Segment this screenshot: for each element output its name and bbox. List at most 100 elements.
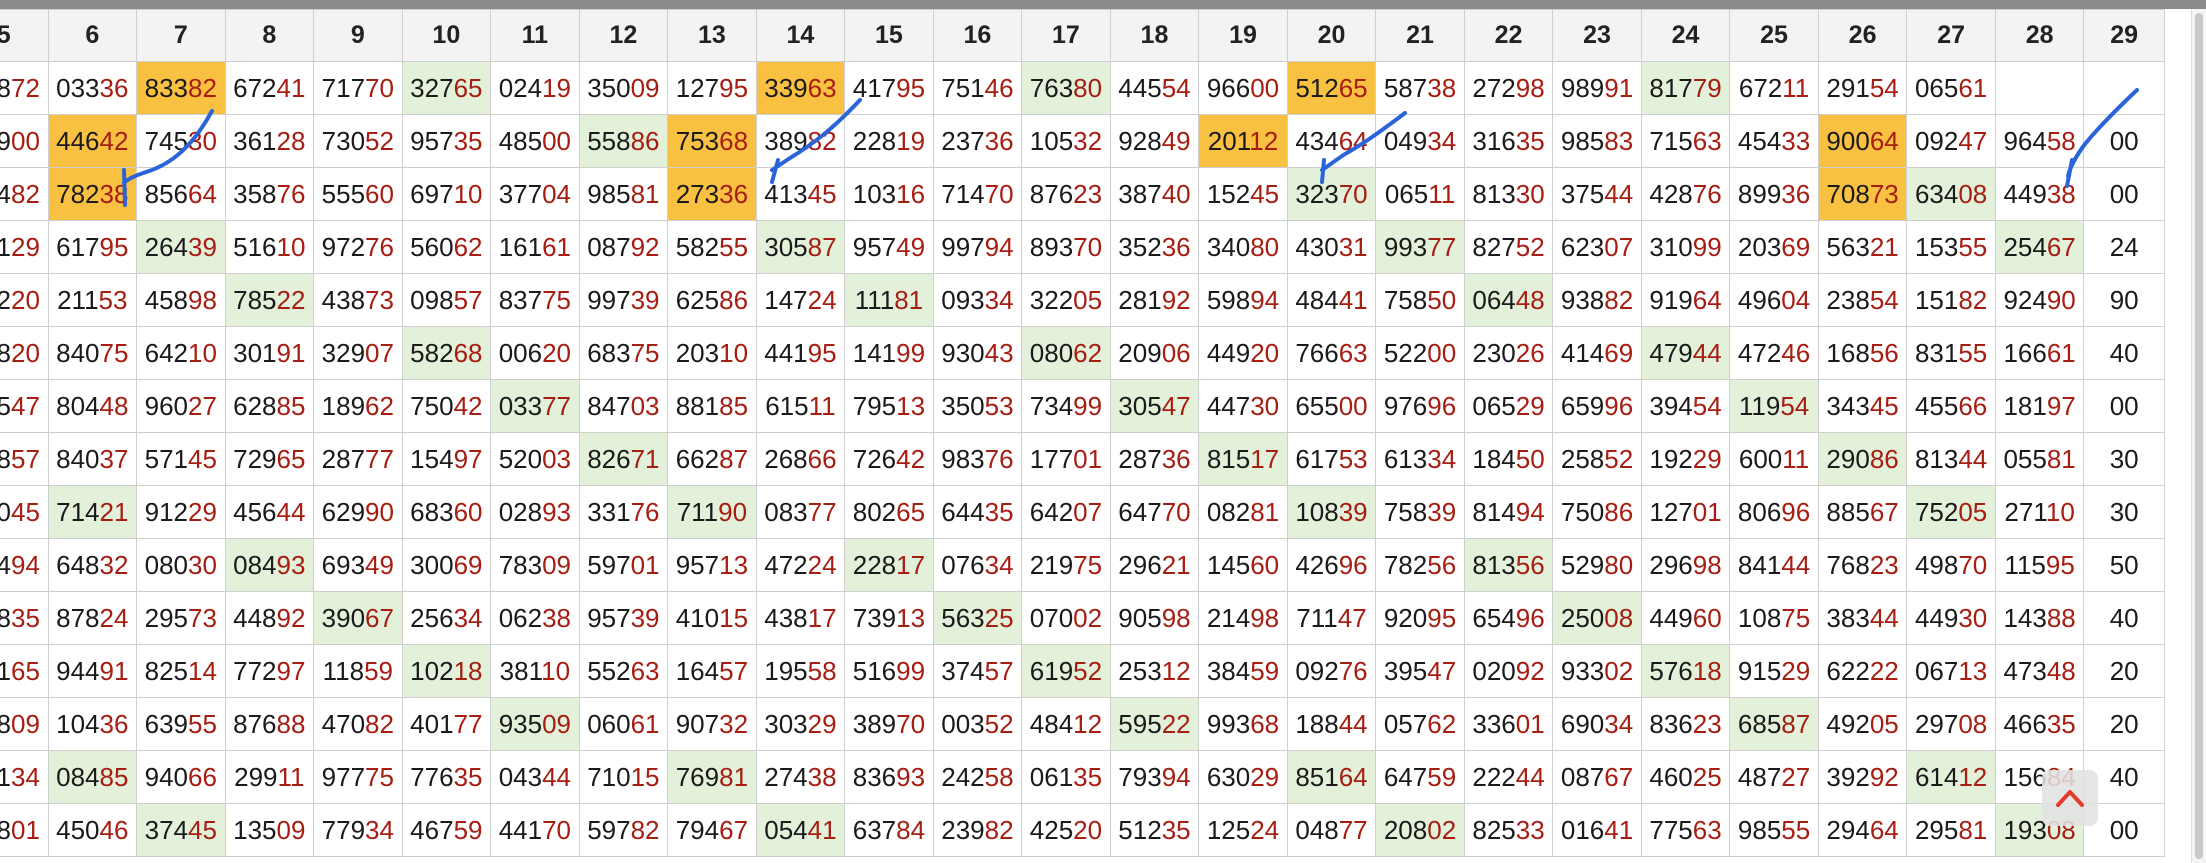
number-cell: 73499 bbox=[1021, 379, 1111, 433]
number-cell: 75086 bbox=[1552, 485, 1642, 539]
number-grid[interactable]: 5678910111213141516171819202122232425262… bbox=[0, 9, 2206, 863]
cell-value: 37445 bbox=[144, 814, 217, 845]
number-cell: 62990 bbox=[313, 485, 403, 539]
column-header: 8 bbox=[224, 9, 315, 62]
cell-value: 43873 bbox=[321, 284, 394, 315]
cell-value: 37457 bbox=[941, 655, 1014, 686]
number-cell: 20310 bbox=[667, 326, 757, 380]
cell-value: 71470 bbox=[941, 178, 1014, 209]
cell-value: 45433 bbox=[1737, 125, 1811, 156]
cell-value: 41795 bbox=[852, 72, 926, 103]
column-header: 27 bbox=[1906, 9, 1996, 62]
cell-value: 11181 bbox=[854, 284, 924, 315]
number-cell: 43464 bbox=[1286, 114, 1377, 168]
cell-value: 76380 bbox=[1029, 72, 1103, 103]
cell-value: 39454 bbox=[1649, 390, 1722, 421]
number-cell: 29573 bbox=[136, 591, 226, 645]
number-cell: 63408 bbox=[1906, 167, 1996, 221]
back-to-top-button[interactable] bbox=[2042, 770, 2098, 826]
cell-value: 39067 bbox=[321, 602, 394, 633]
cell-value: 63029 bbox=[1206, 761, 1280, 792]
cell-value: 18197 bbox=[2003, 390, 2076, 421]
cell-value: 20369 bbox=[1737, 231, 1811, 262]
table-row: 00820 84075 64210 30191 32907 58268 00620 68375… bbox=[0, 326, 2165, 380]
table-row: 00165 94491 82514 77297 11859 10218 38110 55263… bbox=[0, 644, 2165, 698]
table-row: 00801 45046 37445 13509 77934 46759 44170 59782… bbox=[0, 803, 2165, 857]
cell-value: 75839 bbox=[1383, 496, 1457, 527]
number-cell: 75146 bbox=[932, 61, 1023, 115]
number-cell: 35876 bbox=[224, 167, 315, 221]
cell-value: 40 bbox=[2109, 761, 2139, 792]
cell-value: 24258 bbox=[941, 761, 1014, 792]
number-cell: 37544 bbox=[1552, 167, 1642, 221]
cell-value: 66287 bbox=[675, 443, 749, 474]
number-cell: 37457 bbox=[932, 644, 1023, 698]
cell-value: 00 bbox=[2109, 390, 2139, 421]
cell-value: 90 bbox=[2109, 284, 2139, 315]
number-cell: 15355 bbox=[1906, 220, 1996, 274]
column-header: 13 bbox=[667, 9, 757, 62]
number-cell: 10316 bbox=[844, 167, 934, 221]
cell-value: 45898 bbox=[144, 284, 217, 315]
number-cell: 16457 bbox=[667, 644, 757, 698]
number-cell: 44892 bbox=[224, 591, 315, 645]
vertical-scrollbar[interactable] bbox=[2191, 9, 2206, 863]
cell-value: 65500 bbox=[1295, 390, 1368, 421]
cell-value: 97696 bbox=[1383, 390, 1457, 421]
cell-value: 62307 bbox=[1560, 231, 1634, 262]
number-cell: 44730 bbox=[1198, 379, 1288, 433]
number-cell: 28192 bbox=[1109, 273, 1200, 327]
number-cell: 64435 bbox=[932, 485, 1023, 539]
number-cell: 70873 bbox=[1817, 167, 1908, 221]
number-cell: 51699 bbox=[844, 644, 934, 698]
cell-value: 08062 bbox=[1029, 337, 1103, 368]
table-row: 00872 03336 83382 67241 71770 32765 02419 35009… bbox=[0, 61, 2165, 115]
number-cell: 10875 bbox=[1729, 591, 1819, 645]
number-cell: 90598 bbox=[1109, 591, 1200, 645]
number-cell: 08030 bbox=[136, 538, 226, 592]
column-header: 5 bbox=[0, 9, 49, 62]
number-cell: 29086 bbox=[1817, 432, 1908, 486]
column-header: 24 bbox=[1640, 9, 1731, 62]
number-cell: 79467 bbox=[667, 803, 757, 857]
number-cell: 71190 bbox=[667, 485, 757, 539]
number-cell: 65496 bbox=[1463, 591, 1554, 645]
column-header: 11 bbox=[490, 9, 580, 62]
cell-value: 33601 bbox=[1472, 708, 1545, 739]
cell-value: 77297 bbox=[233, 655, 306, 686]
cell-value: 81517 bbox=[1206, 443, 1280, 474]
cell-value: 51699 bbox=[852, 655, 926, 686]
number-cell: 14199 bbox=[844, 326, 934, 380]
number-cell: 55263 bbox=[578, 644, 669, 698]
number-cell: 32907 bbox=[313, 326, 403, 380]
number-cell: 87623 bbox=[1021, 167, 1111, 221]
cell-value: 76823 bbox=[1826, 549, 1899, 580]
number-cell: 08281 bbox=[1198, 485, 1288, 539]
number-cell: 25852 bbox=[1552, 432, 1642, 486]
cell-value: 91229 bbox=[144, 496, 217, 527]
column-header: 14 bbox=[755, 9, 846, 62]
number-cell: 61753 bbox=[1286, 432, 1377, 486]
cell-value: 94491 bbox=[56, 655, 129, 686]
cell-value: 44930 bbox=[1914, 602, 1988, 633]
number-cell: 98581 bbox=[578, 167, 669, 221]
number-cell: 61511 bbox=[755, 379, 846, 433]
number-cell: 97696 bbox=[1375, 379, 1465, 433]
number-cell: 00872 bbox=[0, 61, 49, 115]
cell-value: 68360 bbox=[410, 496, 483, 527]
cell-value: 77635 bbox=[410, 761, 483, 792]
number-cell: 82752 bbox=[1463, 220, 1554, 274]
cell-value: 95749 bbox=[852, 231, 926, 262]
number-cell: 46635 bbox=[1994, 697, 2085, 751]
number-cell: 00129 bbox=[0, 220, 49, 274]
scrollbar-thumb[interactable] bbox=[2195, 13, 2203, 859]
column-header: 15 bbox=[844, 9, 934, 62]
number-cell: 59782 bbox=[578, 803, 669, 857]
number-cell: 15497 bbox=[401, 432, 492, 486]
number-cell: 38970 bbox=[844, 697, 934, 751]
number-cell: 09857 bbox=[401, 273, 492, 327]
number-cell: 93043 bbox=[932, 326, 1023, 380]
number-cell: 20112 bbox=[1198, 114, 1288, 168]
number-cell: 00820 bbox=[0, 326, 49, 380]
cell-value: 83382 bbox=[144, 72, 217, 103]
